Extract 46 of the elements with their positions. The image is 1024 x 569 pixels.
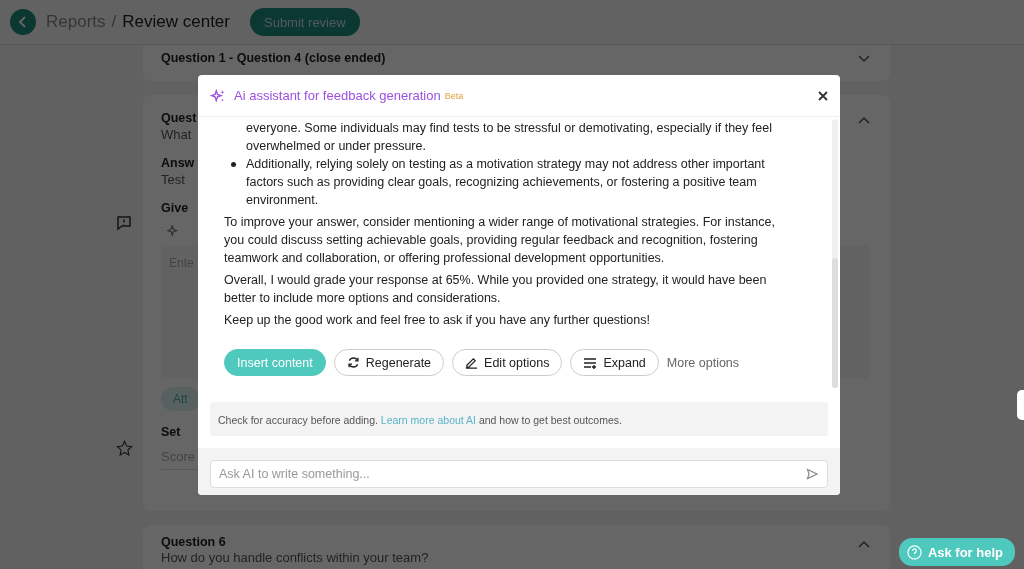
learn-more-link[interactable]: Learn more about AI xyxy=(380,414,476,426)
sparkle-icon[interactable] xyxy=(167,225,181,239)
scrollbar[interactable] xyxy=(832,119,838,388)
attach-button[interactable]: Att xyxy=(161,387,200,411)
beta-label: Beta xyxy=(444,90,464,101)
help-icon xyxy=(906,544,922,560)
chevron-icon[interactable] xyxy=(858,116,870,124)
lines-icon xyxy=(583,356,598,369)
refresh-icon xyxy=(346,356,360,369)
chevron-icon[interactable] xyxy=(858,540,870,548)
more-options-link[interactable]: More options xyxy=(666,355,740,370)
expand-button[interactable]: Expand xyxy=(570,349,659,376)
score-label: Set xyxy=(161,425,181,439)
answer-text: Test xyxy=(161,172,185,187)
response-paragraph: Keep up the good work and feel free to ask if you have any further questions! xyxy=(224,312,651,329)
side-tab[interactable] xyxy=(1017,390,1024,420)
accuracy-notice: Check for accuracy before adding. Learn more about AI and how to get best outcomes. xyxy=(218,414,622,426)
question-title: Question 6 xyxy=(161,535,226,549)
send-icon[interactable] xyxy=(806,468,818,480)
feedback-icon xyxy=(116,215,132,231)
question-text: What xyxy=(161,127,192,142)
response-bullet-text: everyone. Some individuals may find tests to be stressful or demotivating, especially if they feel overwhelmed or under pressure. xyxy=(245,120,773,155)
regenerate-button[interactable]: Regenerate xyxy=(333,349,445,376)
insert-content-button[interactable]: Insert content xyxy=(224,349,326,376)
chevron-icon[interactable] xyxy=(858,55,870,63)
edit-button[interactable]: Edit options xyxy=(452,349,563,376)
star-icon xyxy=(116,440,133,457)
submit-review-button[interactable]: Submit review xyxy=(250,8,360,36)
section-title: Question 1 - Question 4 (close ended) xyxy=(161,51,386,65)
dialog-title: Ai assistant for feedback generation xyxy=(234,88,441,103)
response-bullet-text: Additionally, relying solely on testing as a motivation strategy may not address other important factors such as providing clear goals, recognizing achievements, or fostering a positive team environment. xyxy=(246,156,766,209)
response-paragraph: To improve your answer, consider mentioning a wider range of motivational strategies. For instance, you could discuss setting achievable goals, providing regular feedback and recognition, fostering teamwork and collaboration, or offering professional development opportunities. xyxy=(224,214,776,267)
feedback-label: Give xyxy=(161,201,189,215)
sparkle-icon xyxy=(210,88,226,103)
page-title: Review center xyxy=(122,12,230,32)
ask-for-help-button[interactable]: Ask for help xyxy=(898,538,1015,566)
answer-label: Answ xyxy=(161,156,195,170)
pencil-icon xyxy=(465,356,479,369)
prompt-input[interactable]: Ask AI to write something... xyxy=(210,460,828,488)
bullet-icon xyxy=(231,162,236,167)
response-paragraph: Overall, I would grade your response at 65%. While you provided one strategy, it would have been better to include more options and considerations. xyxy=(224,272,768,307)
close-icon[interactable] xyxy=(818,90,828,101)
question-text: How do you handle conflicts within your team? xyxy=(161,550,429,565)
question-title: Quest xyxy=(161,111,197,125)
breadcrumb-separator: / xyxy=(111,12,117,32)
back-button[interactable] xyxy=(10,9,36,35)
